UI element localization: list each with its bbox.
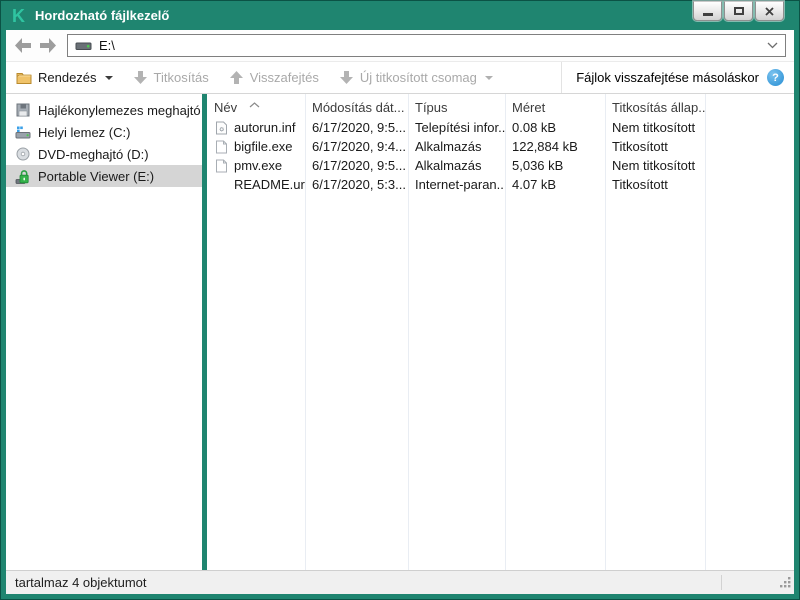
sort-button-label: Rendezés	[38, 70, 97, 85]
title-bar[interactable]: K Hordozható fájlkezelő	[1, 1, 799, 30]
close-icon	[764, 6, 775, 17]
column-header-encryption-status[interactable]: Titkosítás állap...	[605, 100, 705, 115]
arrow-down-icon	[133, 70, 148, 85]
chevron-down-icon	[485, 76, 493, 80]
file-type: Alkalmazás	[408, 158, 505, 173]
file-name: autorun.inf	[234, 120, 295, 135]
sidebar-item-label: Helyi lemez (C:)	[38, 125, 130, 140]
column-header-size[interactable]: Méret	[505, 100, 605, 115]
column-header-type[interactable]: Típus	[408, 100, 505, 115]
decrypt-on-copy-label: Fájlok visszafejtése másoláskor	[576, 70, 759, 85]
decrypt-on-copy-option: Fájlok visszafejtése másoláskor ?	[561, 62, 784, 93]
sidebar-item-local-c[interactable]: Helyi lemez (C:)	[6, 121, 202, 143]
file-encryption-status: Nem titkosított	[605, 158, 705, 173]
file-name: pmv.exe	[234, 158, 282, 173]
arrow-up-icon	[229, 70, 244, 85]
file-type: Alkalmazás	[408, 139, 505, 154]
file-encryption-status: Titkosított	[605, 177, 705, 192]
locked-drive-icon	[14, 169, 31, 184]
window-controls	[693, 1, 784, 21]
navigation-bar: E:\	[6, 30, 794, 61]
file-row[interactable]: pmv.exe 6/17/2020, 9:5... Alkalmazás 5,0…	[207, 156, 794, 175]
column-headers: Név Módosítás dát... Típus Méret Titkosí…	[207, 94, 794, 118]
sidebar-item-label: Hajlékonylemezes meghajtó (A:)	[38, 103, 202, 118]
sidebar-item-label: Portable Viewer (E:)	[38, 169, 154, 184]
file-row[interactable]: autorun.inf 6/17/2020, 9:5... Telepítési…	[207, 118, 794, 137]
file-size: 0.08 kB	[505, 120, 605, 135]
sidebar-item-floppy-a[interactable]: Hajlékonylemezes meghajtó (A:)	[6, 99, 202, 121]
decrypt-button[interactable]: Visszafejtés	[229, 70, 319, 85]
decrypt-button-label: Visszafejtés	[250, 70, 319, 85]
file-modified: 6/17/2020, 9:4...	[305, 139, 408, 154]
sidebar-item-dvd-d[interactable]: DVD-meghajtó (D:)	[6, 143, 202, 165]
nav-arrows	[13, 36, 58, 56]
back-arrow-icon	[14, 37, 32, 54]
sidebar-item-portable-e[interactable]: Portable Viewer (E:)	[6, 165, 202, 187]
drives-sidebar: Hajlékonylemezes meghajtó (A:) Helyi lem…	[6, 94, 202, 570]
help-button[interactable]: ?	[767, 69, 784, 86]
file-list: Név Módosítás dát... Típus Méret Titkosí…	[207, 94, 794, 570]
toolbar: Rendezés Titkosítás Visszafejtés Új ti	[6, 61, 794, 94]
status-text: tartalmaz 4 objektumot	[15, 575, 147, 590]
minimize-button[interactable]	[693, 1, 722, 21]
file-row[interactable]: bigfile.exe 6/17/2020, 9:4... Alkalmazás…	[207, 137, 794, 156]
floppy-drive-icon	[14, 103, 31, 117]
file-size: 5,036 kB	[505, 158, 605, 173]
new-encrypted-package-button[interactable]: Új titkosított csomag	[339, 70, 493, 85]
address-dropdown-button[interactable]	[767, 42, 778, 49]
file-encryption-status: Titkosított	[605, 139, 705, 154]
address-bar[interactable]: E:\	[67, 34, 786, 57]
local-disk-icon	[14, 126, 31, 139]
back-button[interactable]	[13, 36, 33, 56]
maximize-icon	[734, 7, 744, 15]
address-text: E:\	[99, 38, 115, 53]
status-bar-divider	[721, 575, 722, 590]
minimize-icon	[703, 13, 713, 16]
file-name: README.url	[234, 177, 305, 192]
encrypt-button[interactable]: Titkosítás	[133, 70, 209, 85]
file-modified: 6/17/2020, 5:3...	[305, 177, 408, 192]
forward-button[interactable]	[38, 36, 58, 56]
app-window: K Hordozható fájlkezelő	[0, 0, 800, 600]
window-title: Hordozható fájlkezelő	[35, 8, 169, 23]
file-type: Telepítési infor...	[408, 120, 505, 135]
sidebar-item-label: DVD-meghajtó (D:)	[38, 147, 149, 162]
status-bar: tartalmaz 4 objektumot	[6, 570, 794, 594]
maximize-button[interactable]	[724, 1, 753, 21]
inf-file-icon	[214, 120, 229, 135]
file-type: Internet-paran...	[408, 177, 505, 192]
close-button[interactable]	[755, 1, 784, 21]
blank-file-icon	[214, 139, 229, 154]
file-name: bigfile.exe	[234, 139, 293, 154]
file-size: 4.07 kB	[505, 177, 605, 192]
blank-file-icon	[214, 158, 229, 173]
encrypt-button-label: Titkosítás	[154, 70, 209, 85]
sort-button[interactable]: Rendezés	[16, 70, 113, 85]
file-modified: 6/17/2020, 9:5...	[305, 158, 408, 173]
kaspersky-logo-icon: K	[12, 7, 25, 25]
dvd-drive-icon	[14, 147, 31, 161]
forward-arrow-icon	[39, 37, 57, 54]
resize-grip[interactable]	[779, 576, 792, 592]
file-size: 122,884 kB	[505, 139, 605, 154]
file-modified: 6/17/2020, 9:5...	[305, 120, 408, 135]
client-area: E:\ Rendezés	[6, 30, 794, 594]
file-icon-empty	[214, 177, 229, 192]
chevron-down-icon	[767, 42, 778, 49]
chevron-down-icon	[105, 76, 113, 80]
drive-icon	[75, 40, 92, 52]
column-header-modified[interactable]: Módosítás dát...	[305, 100, 408, 115]
file-encryption-status: Nem titkosított	[605, 120, 705, 135]
folder-icon	[16, 71, 32, 84]
new-encrypted-package-label: Új titkosított csomag	[360, 70, 477, 85]
file-row[interactable]: README.url 6/17/2020, 5:3... Internet-pa…	[207, 175, 794, 194]
main-area: Hajlékonylemezes meghajtó (A:) Helyi lem…	[6, 94, 794, 570]
sort-ascending-icon	[249, 96, 260, 111]
arrow-down-icon	[339, 70, 354, 85]
